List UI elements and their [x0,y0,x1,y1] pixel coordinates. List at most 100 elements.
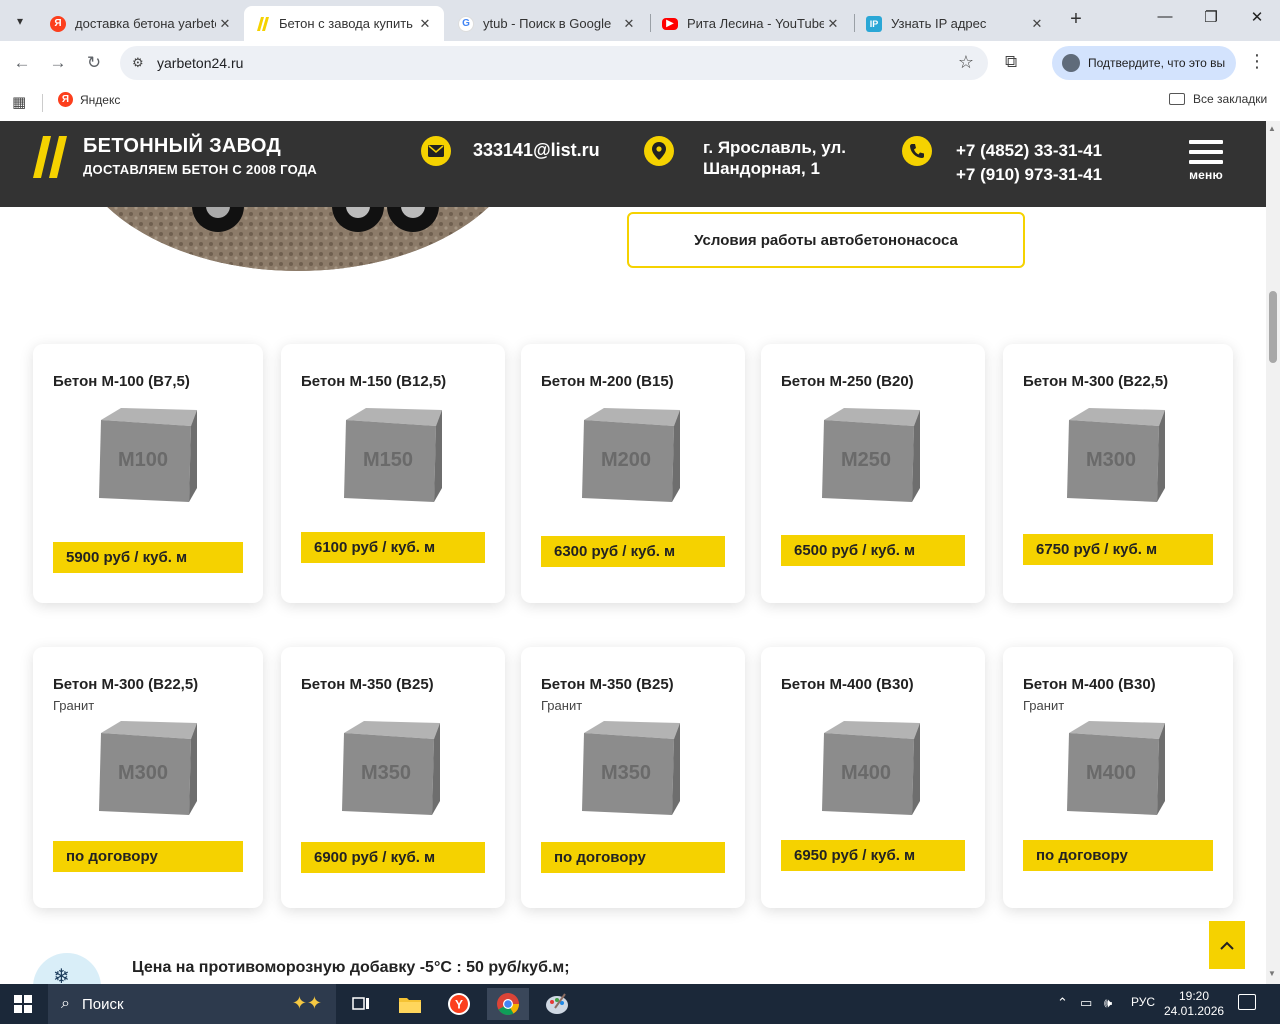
product-title: Бетон М-400 (В30) [1023,676,1156,693]
search-icon: ⌕ [61,995,70,1012]
svg-text:M400: M400 [841,762,891,784]
logo-icon[interactable] [33,136,69,178]
volume-icon[interactable]: 🕪 [1104,995,1112,1011]
new-tab-icon[interactable]: + [1064,8,1088,32]
product-card[interactable]: Бетон М-350 (В25) M350 6900 руб / куб. м [281,647,505,908]
menu-label: меню [1189,168,1223,182]
file-explorer-icon[interactable] [389,988,431,1020]
tab-title: ytub - Поиск в Google [483,16,612,31]
close-tab-icon[interactable]: ✕ [620,16,638,32]
header-phones: +7 (4852) 33-31-41 +7 (910) 973-31-41 [956,139,1102,187]
product-price: 6100 руб / куб. м [301,532,485,563]
avatar [1062,54,1080,72]
close-tab-icon[interactable]: ✕ [216,16,234,32]
product-title: Бетон М-100 (В7,5) [53,373,190,390]
concrete-cube-icon: M100 [99,408,197,502]
extensions-icon[interactable]: ⧉ [1005,52,1017,72]
menu-button[interactable]: меню [1189,140,1223,182]
browser-tab[interactable]: IP Узнать IP адрес ✕ [856,6,1056,41]
minimize-icon[interactable]: — [1150,8,1180,32]
scroll-to-top-button[interactable] [1209,921,1245,969]
tab-title: Узнать IP адрес [891,16,987,31]
close-tab-icon[interactable]: ✕ [416,16,434,32]
tab-title: доставка бетона yarbeto [75,16,216,31]
product-title: Бетон М-150 (В12,5) [301,373,447,390]
browser-tab[interactable]: G ytub - Поиск в Google ✕ [448,6,648,41]
site-info-icon[interactable]: ⚙ [132,55,144,71]
youtube-favicon-icon: ▶ [662,17,678,30]
product-card[interactable]: Бетон М-300 (В22,5) M300 6750 руб / куб.… [1003,344,1233,603]
product-card[interactable]: Бетон М-400 (В30) M400 6950 руб / куб. м [761,647,985,908]
site-title[interactable]: БЕТОННЫЙ ЗАВОД [83,135,281,158]
bookmark-star-icon[interactable]: ☆ [958,52,974,73]
product-card[interactable]: Бетон М-150 (В12,5) M150 6100 руб / куб.… [281,344,505,603]
url-text[interactable]: yarbeton24.ru [157,55,243,71]
forward-icon[interactable]: → [46,51,70,75]
yandex-browser-icon[interactable]: Y [438,988,480,1020]
tray-chevron-icon[interactable]: ⌃ [1057,995,1068,1011]
scroll-down-arrow-icon[interactable]: ▼ [1268,969,1276,978]
product-price: 6750 руб / куб. м [1023,534,1213,565]
phone-number-2[interactable]: +7 (910) 973-31-41 [956,163,1102,187]
close-window-icon[interactable]: ✕ [1242,8,1272,32]
windows-start-icon[interactable] [14,995,32,1013]
google-favicon-icon: G [458,15,474,32]
frost-badge: ❄ [33,953,101,984]
svg-text:M250: M250 [841,449,891,471]
all-bookmarks[interactable]: Все закладки [1169,92,1267,106]
tab-search-dropdown-icon[interactable]: ▾ [7,8,33,34]
taskbar-search[interactable]: ⌕ Поиск ✦✦ [48,984,336,1024]
task-view-icon[interactable] [340,988,382,1020]
address-bar[interactable]: ⚙ yarbeton24.ru ☆ [120,46,988,80]
windows-taskbar: ⌕ Поиск ✦✦ Y ⌃ ▭ 🕪 РУС 19:20 24.01.2026 [0,984,1280,1024]
close-tab-icon[interactable]: ✕ [824,16,842,32]
svg-text:M400: M400 [1086,762,1136,784]
back-icon[interactable]: ← [10,51,34,75]
all-bookmarks-label: Все закладки [1193,92,1268,106]
product-price: по договору [1023,840,1213,871]
network-icon[interactable]: ▭ [1080,995,1092,1011]
svg-text:M300: M300 [1086,449,1136,471]
system-clock[interactable]: 19:20 24.01.2026 [1164,989,1224,1019]
product-price: по договору [541,842,725,873]
notification-icon[interactable] [1238,994,1256,1010]
product-title: Бетон М-200 (В15) [541,373,674,390]
phone-number-1[interactable]: +7 (4852) 33-31-41 [956,139,1102,163]
restore-icon[interactable]: ❐ [1196,8,1226,32]
product-card[interactable]: Бетон М-100 (В7,5) M100 5900 руб / куб. … [33,344,263,603]
close-tab-icon[interactable]: ✕ [1028,16,1046,32]
scroll-up-arrow-icon[interactable]: ▲ [1268,124,1276,133]
browser-toolbar: ← → ↻ ⚙ yarbeton24.ru ☆ ⧉ Подтвердите, ч… [0,41,1280,85]
site-subtitle: ДОСТАВЛЯЕМ БЕТОН С 2008 ГОДА [83,162,318,177]
reload-icon[interactable]: ↻ [82,51,106,75]
pump-conditions-button[interactable]: Условия работы автобетононасоса [627,212,1025,268]
product-card[interactable]: Бетон М-200 (В15) M200 6300 руб / куб. м [521,344,745,603]
ip-favicon-icon: IP [866,15,882,32]
product-title: Бетон М-250 (В20) [781,373,914,390]
product-card[interactable]: Бетон М-400 (В30) Гранит M400 по договор… [1003,647,1233,908]
header-email[interactable]: 333141@list.ru [473,140,600,161]
browser-tab[interactable]: Я доставка бетона yarbeto ✕ [40,6,244,41]
language-indicator[interactable]: РУС [1131,995,1155,1009]
browser-tab-active[interactable]: Бетон с завода купить в ✕ [244,6,444,41]
profile-button[interactable]: Подтвердите, что это вы [1052,46,1236,80]
product-card[interactable]: Бетон М-250 (В20) M250 6500 руб / куб. м [761,344,985,603]
scrollbar-thumb[interactable] [1269,291,1277,363]
browser-menu-icon[interactable]: ⋮ [1248,51,1266,72]
page-scrollbar[interactable]: ▲ ▼ [1266,121,1280,984]
svg-text:M350: M350 [601,762,651,784]
product-subtitle: Гранит [1023,698,1065,713]
chrome-icon[interactable] [487,988,529,1020]
browser-tab[interactable]: ▶ Рита Лесина - YouTube ✕ [652,6,852,41]
product-card[interactable]: Бетон М-350 (В25) Гранит M350 по договор… [521,647,745,908]
yandex-icon: Я [58,92,73,107]
paint-app-icon[interactable] [536,988,578,1020]
hamburger-icon [1189,140,1223,144]
product-card[interactable]: Бетон М-300 (В22,5) Гранит M300 по догов… [33,647,263,908]
product-price: 5900 руб / куб. м [53,542,243,573]
apps-grid-icon[interactable]: ▦ [12,93,26,111]
site-header: БЕТОННЫЙ ЗАВОД ДОСТАВЛЯЕМ БЕТОН С 2008 Г… [0,121,1266,207]
product-title: Бетон М-400 (В30) [781,676,914,693]
profile-label: Подтвердите, что это вы [1088,56,1226,70]
bookmark-yandex[interactable]: Я Яндекс [58,92,120,107]
